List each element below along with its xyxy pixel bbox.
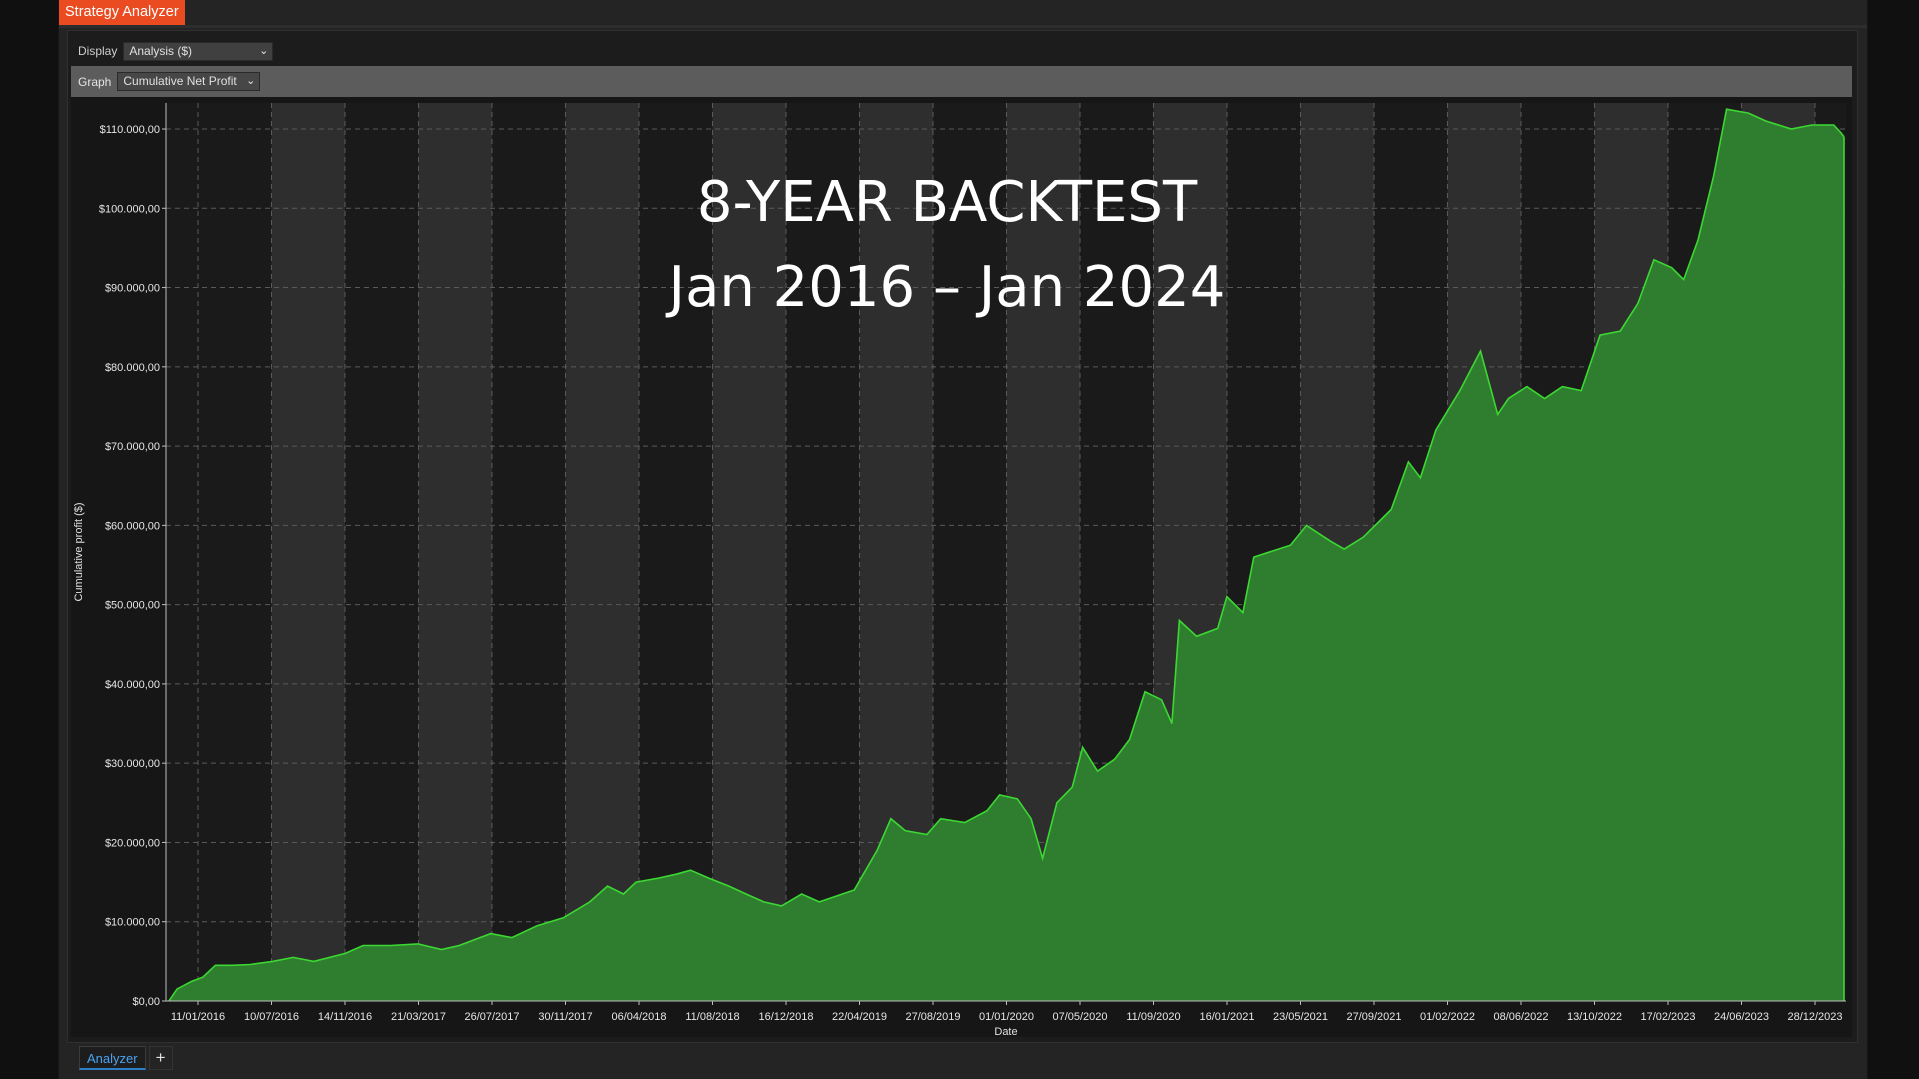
x-tick-label: 26/07/2017 [464, 1011, 519, 1023]
background-band [418, 103, 492, 1001]
x-tick-label: 11/09/2020 [1126, 1011, 1180, 1023]
backtest-period: Jan 2016 – Jan 2024 [666, 255, 1226, 320]
display-toolbar: Display Analysis ($) ⌄ [78, 39, 274, 63]
bottom-tab-bar: Analyzer + [79, 1045, 173, 1071]
display-label: Display [78, 44, 118, 58]
x-tick-label: 08/06/2022 [1493, 1011, 1548, 1023]
strategy-analyzer-window: Strategy Analyzer Display Analysis ($) ⌄… [58, 0, 1868, 1079]
x-tick-label: 11/01/2016 [171, 1011, 225, 1023]
x-tick-labels: 11/01/2016 10/07/2016 14/11/2016 21/03/2017… [171, 1011, 1843, 1023]
add-tab-button[interactable]: + [148, 1046, 173, 1070]
y-tick-label: $50.000,00 [105, 600, 160, 612]
chevron-down-icon: ⌄ [246, 75, 256, 87]
x-tick-label: 06/04/2018 [611, 1011, 666, 1023]
x-axis-title: Date [994, 1026, 1017, 1037]
y-tick-label: $80.000,00 [105, 362, 160, 374]
x-tick-label: 27/09/2021 [1346, 1011, 1401, 1023]
y-tick-label: $40.000,00 [105, 679, 160, 691]
x-tick-label: 16/12/2018 [758, 1011, 813, 1023]
x-tick-label: 17/02/2023 [1640, 1011, 1695, 1023]
y-tick-label: $20.000,00 [105, 837, 160, 849]
y-tick-label: $60.000,00 [105, 520, 160, 532]
tab-analyzer[interactable]: Analyzer [79, 1046, 146, 1070]
x-tick-label: 11/08/2018 [685, 1011, 739, 1023]
display-dropdown-value: Analysis ($) [129, 43, 193, 58]
background-band [271, 103, 345, 1001]
chart-panel: $0,00 $10.000,00 $20.000,00 $30.000,00 $40.0… [71, 97, 1852, 1037]
x-tick-label: 13/10/2022 [1567, 1011, 1622, 1023]
y-tick-label: $30.000,00 [105, 758, 160, 770]
x-tick-label: 16/01/2021 [1199, 1011, 1254, 1023]
backtest-heading: 8-YEAR BACKTEST [697, 170, 1198, 235]
x-tick-label: 30/11/2017 [538, 1011, 592, 1023]
graph-toolbar: Graph Cumulative Net Profit ⌄ [71, 66, 1852, 97]
cumulative-profit-chart: $0,00 $10.000,00 $20.000,00 $30.000,00 $40.0… [73, 103, 1846, 1037]
background-band [565, 103, 639, 1001]
analyzer-content: Display Analysis ($) ⌄ Graph Cumulative … [67, 30, 1858, 1043]
background-band [712, 103, 786, 1001]
x-tick-label: 10/07/2016 [244, 1011, 299, 1023]
x-tick-label: 01/02/2022 [1420, 1011, 1475, 1023]
y-tick-labels: $0,00 $10.000,00 $20.000,00 $30.000,00 $40.0… [99, 124, 160, 1008]
x-tick-label: 14/11/2016 [318, 1011, 372, 1023]
chevron-down-icon: ⌄ [259, 44, 269, 57]
x-tick-label: 01/01/2020 [979, 1011, 1034, 1023]
window-title-tab[interactable]: Strategy Analyzer [59, 0, 185, 25]
graph-label: Graph [78, 74, 112, 89]
y-tick-label: $10.000,00 [105, 917, 160, 929]
y-axis-title: Cumulative profit ($) [73, 502, 85, 601]
x-tick-label: 28/12/2023 [1787, 1011, 1842, 1023]
x-tick-label: 24/06/2023 [1714, 1011, 1769, 1023]
y-tick-label: $100.000,00 [99, 203, 160, 215]
display-dropdown[interactable]: Analysis ($) ⌄ [123, 41, 274, 61]
y-tick-label: $0,00 [132, 996, 160, 1008]
y-tick-label: $90.000,00 [105, 283, 160, 295]
y-tick-label: $110.000,00 [100, 124, 160, 136]
x-tick-label: 23/05/2021 [1273, 1011, 1328, 1023]
graph-dropdown[interactable]: Cumulative Net Profit ⌄ [117, 72, 261, 91]
x-tick-label: 27/08/2019 [905, 1011, 960, 1023]
graph-dropdown-value: Cumulative Net Profit [123, 74, 237, 88]
x-tick-label: 21/03/2017 [391, 1011, 446, 1023]
title-strip [59, 25, 1867, 28]
x-tick-label: 22/04/2019 [832, 1011, 887, 1023]
x-tick-label: 07/05/2020 [1052, 1011, 1107, 1023]
y-tick-label: $70.000,00 [105, 441, 160, 453]
